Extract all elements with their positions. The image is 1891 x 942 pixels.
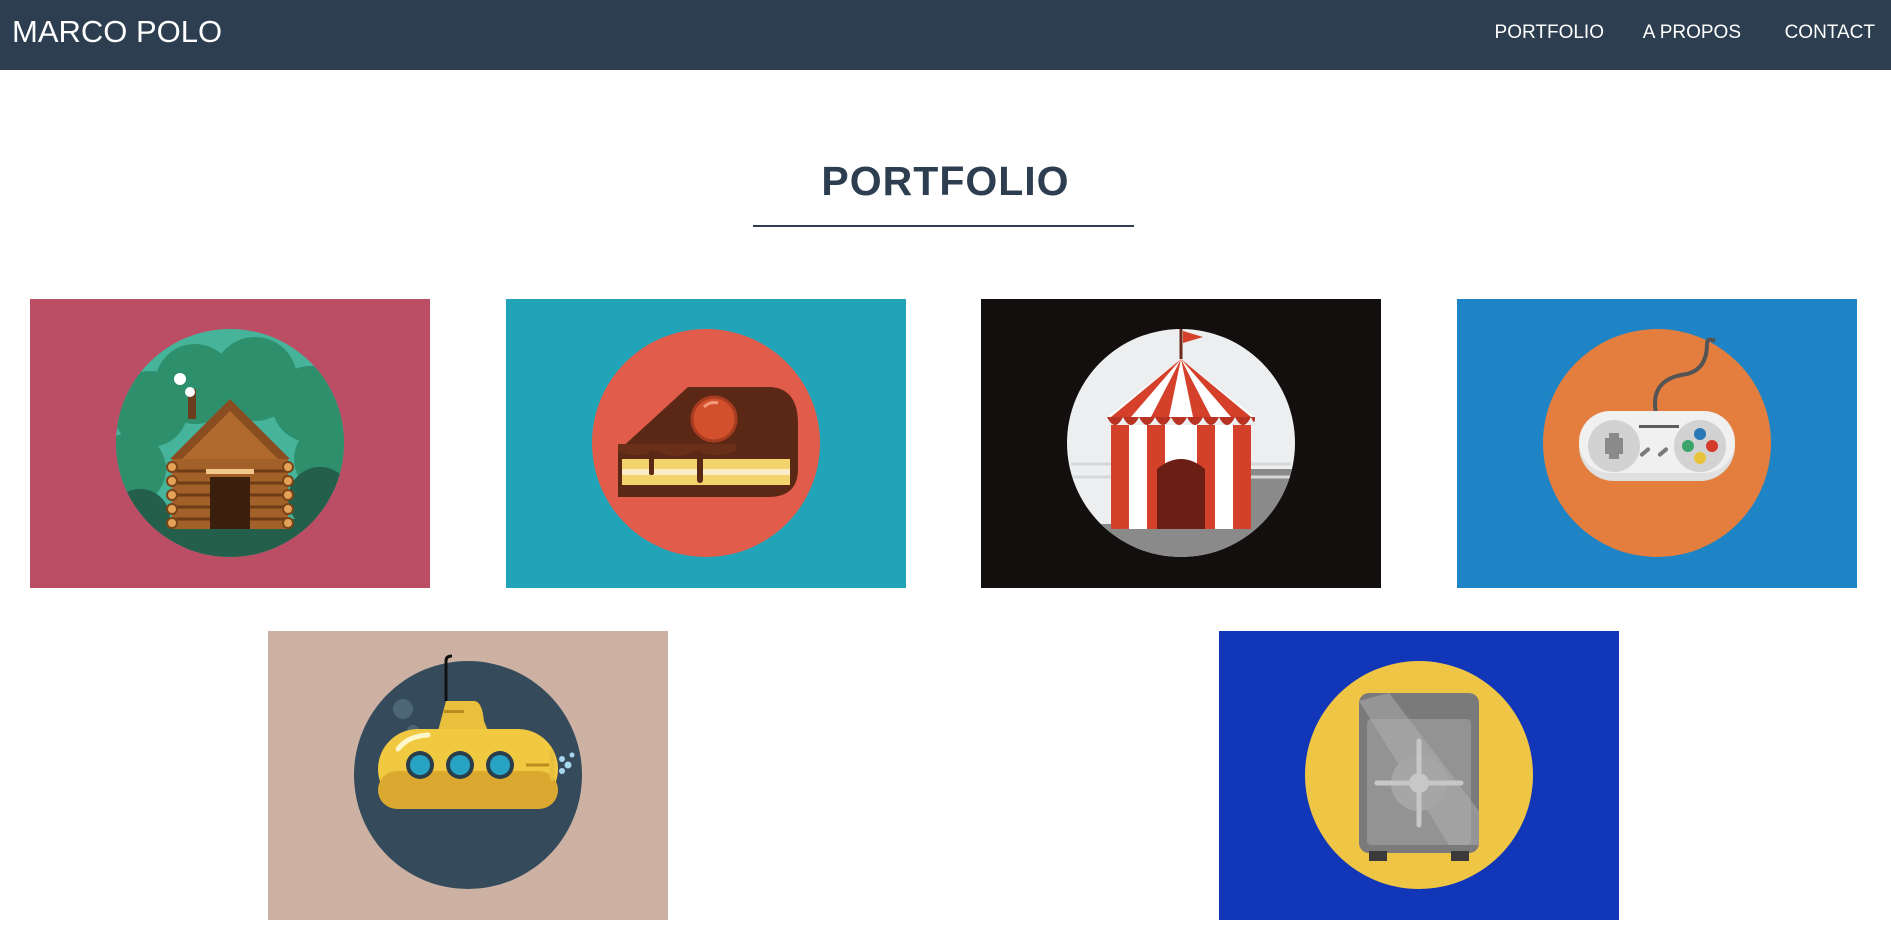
portfolio-heading: PORTFOLIO bbox=[821, 158, 1070, 204]
brand-logo[interactable]: MARCO POLO bbox=[12, 14, 222, 50]
nav-link-a-propos[interactable]: A PROPOS bbox=[1643, 22, 1741, 44]
portfolio-item-circus[interactable] bbox=[981, 299, 1381, 588]
portfolio-item-controller[interactable] bbox=[1457, 299, 1857, 588]
game-controller-icon bbox=[1457, 299, 1857, 588]
cake-slice-icon bbox=[506, 299, 906, 588]
portfolio-item-submarine[interactable] bbox=[268, 631, 668, 920]
circus-tent-icon bbox=[981, 299, 1381, 588]
navbar: MARCO POLO PORTFOLIO A PROPOS CONTACT bbox=[0, 0, 1891, 70]
log-cabin-icon bbox=[30, 299, 430, 588]
heading-divider bbox=[753, 225, 1134, 227]
portfolio-item-cabin[interactable] bbox=[30, 299, 430, 588]
portfolio-item-safe[interactable] bbox=[1219, 631, 1619, 920]
portfolio-item-cake[interactable] bbox=[506, 299, 906, 588]
safe-icon bbox=[1219, 631, 1619, 920]
submarine-icon bbox=[268, 631, 668, 920]
nav-link-portfolio[interactable]: PORTFOLIO bbox=[1495, 22, 1604, 44]
nav-link-contact[interactable]: CONTACT bbox=[1785, 22, 1875, 44]
